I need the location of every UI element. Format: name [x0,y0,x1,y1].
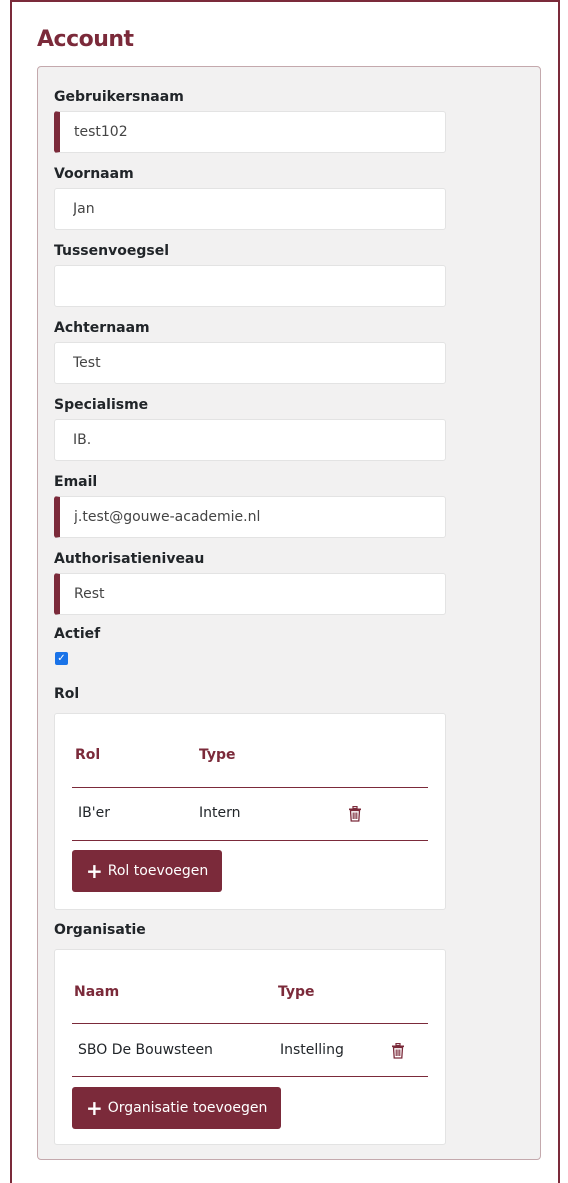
roles-header-divider [72,787,428,788]
email-input[interactable] [60,497,445,537]
roles-section-label: Rol [54,686,80,702]
authlevel-select[interactable] [60,574,445,614]
plus-icon: + [86,859,103,883]
organisations-row-name: SBO De Bouwsteen [78,1042,213,1058]
active-label: Actief [54,626,101,642]
username-input[interactable] [60,112,445,152]
roles-header-role: Rol [75,747,101,763]
infix-label: Tussenvoegsel [54,243,169,259]
specialism-input[interactable] [55,420,445,460]
plus-icon: + [86,1096,103,1120]
lastname-label: Achternaam [54,320,150,336]
trash-icon[interactable] [348,806,362,822]
organisations-row-divider [72,1076,428,1077]
add-role-label: Rol toevoegen [107,863,209,879]
firstname-input[interactable] [55,189,445,229]
authlevel-label: Authorisatieniveau [54,551,205,567]
roles-row-type: Intern [199,805,241,821]
page-title: Account [37,27,134,52]
active-checkbox[interactable]: ✓ [55,652,68,665]
infix-input[interactable] [55,266,445,306]
organisations-header-name: Naam [74,984,120,1000]
organisations-header-divider [72,1023,428,1024]
roles-row-role: IB'er [78,805,110,821]
lastname-field-wrapper [54,342,446,384]
firstname-label: Voornaam [54,166,134,182]
roles-header-type: Type [199,747,236,763]
checkmark-icon: ✓ [57,652,66,664]
add-organisation-button[interactable]: + Organisatie toevoegen [72,1087,282,1129]
organisations-row-type: Instelling [280,1042,344,1058]
roles-row-divider [72,840,428,841]
organisations-section-label: Organisatie [54,922,146,938]
trash-icon[interactable] [391,1043,405,1059]
specialism-label: Specialisme [54,397,149,413]
email-field-wrapper [54,496,446,538]
organisations-header-type: Type [278,984,315,1000]
specialism-field-wrapper [54,419,446,461]
username-label: Gebruikersnaam [54,89,184,105]
firstname-field-wrapper [54,188,446,230]
authlevel-field-wrapper [54,573,446,615]
add-organisation-label: Organisatie toevoegen [107,1100,268,1116]
infix-field-wrapper [54,265,446,307]
email-label: Email [54,474,98,490]
lastname-input[interactable] [55,343,445,383]
username-field-wrapper [54,111,446,153]
add-role-button[interactable]: + Rol toevoegen [72,850,223,892]
